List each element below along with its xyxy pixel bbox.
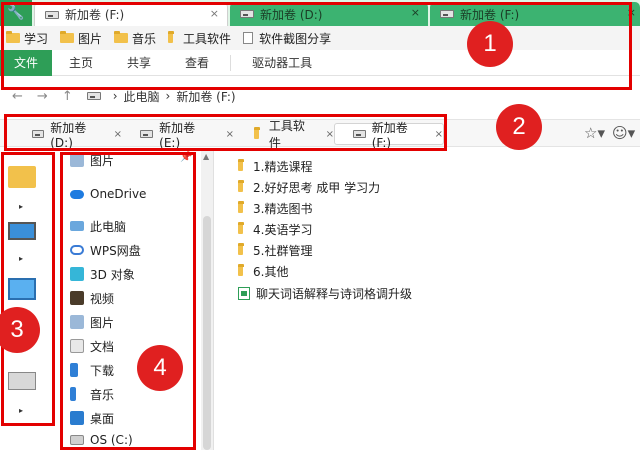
annotation-box-2 [4,114,447,151]
file-name: 1.精选课程 [253,159,313,174]
annotation-badge-1: 1 [467,21,513,67]
scrollbar-thumb[interactable] [203,216,211,450]
file-item[interactable]: 6.其他 [238,261,288,281]
annotation-box-4 [60,152,196,450]
folder-icon [238,180,244,192]
file-item[interactable]: 聊天词语解释与诗词格调升级 [238,283,412,303]
up-arrow-icon[interactable]: ↑ [62,89,73,104]
favorite-star-icon[interactable]: ☆▾ [584,124,605,142]
file-item[interactable]: 2.好好思考 成甲 学习力 [238,177,380,197]
annotation-badge-4: 4 [137,345,183,391]
forward-arrow-icon[interactable]: → [37,89,48,104]
file-item[interactable]: 5.社群管理 [238,240,312,260]
file-name: 2.好好思考 成甲 学习力 [253,180,381,195]
folder-icon [238,222,244,234]
file-name: 4.英语学习 [253,222,313,237]
file-item[interactable]: 3.精选图书 [238,198,312,218]
file-item[interactable]: 4.英语学习 [238,219,312,239]
folder-icon [238,264,244,276]
folder-icon [238,159,244,171]
file-item[interactable]: 1.精选课程 [238,156,312,176]
file-list: 1.精选课程 2.好好思考 成甲 学习力 3.精选图书 4.英语学习 5.社群管… [220,150,640,450]
nav-scrollbar[interactable]: ▲ [201,150,213,450]
explorer-window: 🔧 新加卷 (F:) × 新加卷 (D:) × 新加卷 (F:) × 学习 图片… [0,0,640,450]
folder-icon [238,201,244,213]
drive-icon [86,92,101,100]
spreadsheet-icon [238,286,250,300]
breadcrumb-drive-f[interactable]: 新加卷 (F:) [176,88,235,105]
file-name: 聊天词语解释与诗词格调升级 [256,286,413,301]
breadcrumb-sep: › [112,89,118,103]
back-arrow-icon[interactable]: ← [12,89,23,104]
scroll-up-icon[interactable]: ▲ [203,152,209,161]
breadcrumb-this-pc[interactable]: 此电脑 [124,88,160,105]
file-name: 6.其他 [253,264,289,279]
annotation-box-1 [1,2,632,90]
smiley-icon[interactable]: ☺▾ [612,124,635,142]
folder-icon [238,243,244,255]
breadcrumb-sep: › [165,89,171,103]
annotation-box-3 [1,152,55,426]
annotation-badge-2: 2 [496,104,542,150]
file-name: 5.社群管理 [253,243,313,258]
file-name: 3.精选图书 [253,201,313,216]
